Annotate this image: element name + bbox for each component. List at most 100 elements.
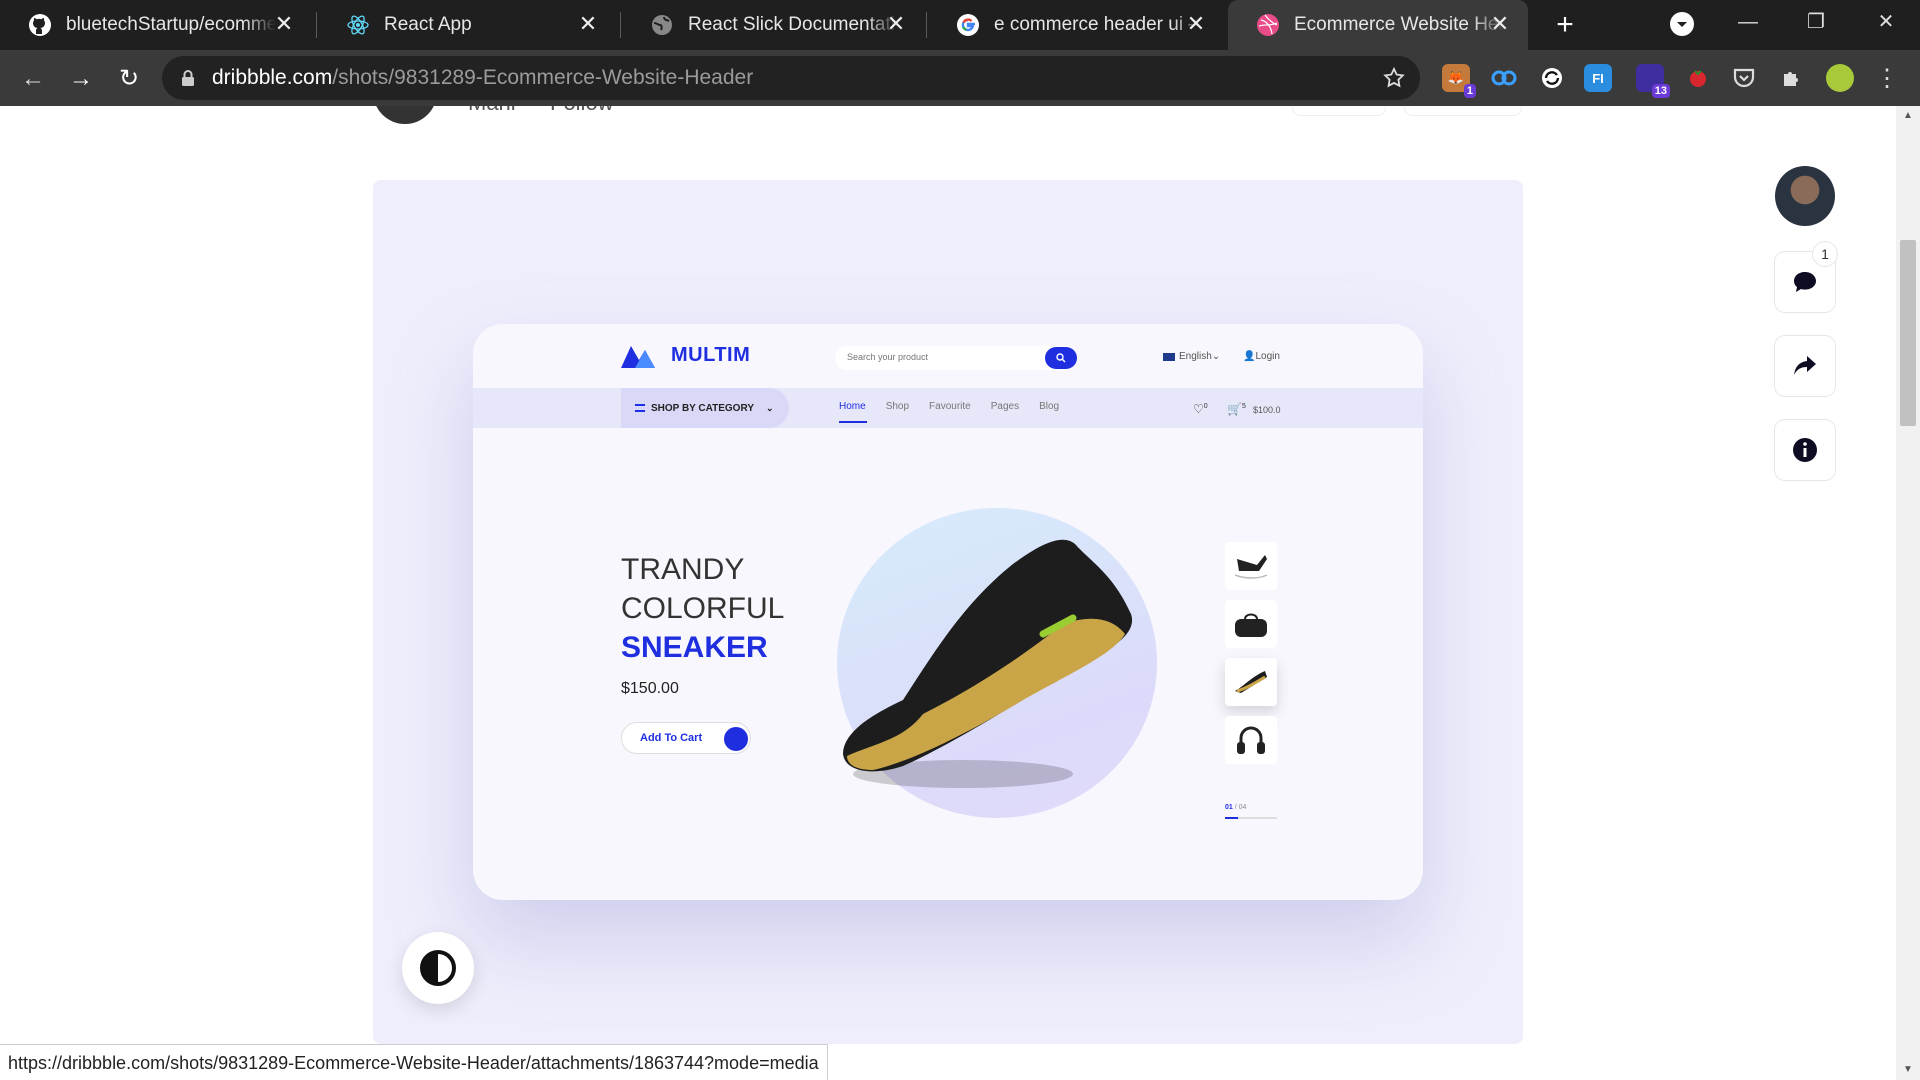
follow-link[interactable]: Follow [550,106,614,116]
back-icon[interactable]: ← [18,64,48,94]
tab-separator [926,12,927,38]
extension-icon[interactable]: FI [1584,64,1612,92]
slider-pager: 01 / 04 [1225,804,1246,811]
hero-line-2: COLORFUL [621,592,785,625]
close-tab-icon[interactable]: ✕ [576,12,600,36]
puzzle-icon[interactable] [1778,64,1806,92]
tab-search-icon[interactable] [1670,12,1694,36]
scroll-up-icon[interactable]: ▲ [1902,110,1914,122]
extension-icon[interactable]: 13 [1636,64,1670,98]
mockup-logo: MULTIM [621,342,750,368]
save-button[interactable] [1292,106,1386,116]
address-bar[interactable]: dribbble.com/shots/9831289-Ecommerce-Web… [162,56,1420,100]
pager-total: / 04 [1234,804,1247,811]
info-icon [1793,438,1817,462]
menu-icon [635,404,645,412]
extension-icon[interactable]: 🦊 1 [1442,64,1476,98]
url-host: dribbble.com [212,66,333,89]
chevron-down-icon: ⌄ [765,402,774,413]
mockup-header: MULTIM English⌄ 👤Login [473,324,1423,388]
hero-title: TRANDY COLORFUL SNEAKER [621,550,784,667]
close-tab-icon[interactable]: ✕ [1184,12,1208,36]
pager-progress-fill [1225,817,1238,819]
page-scrollbar[interactable]: ▲ ▼ [1896,106,1920,1080]
add-to-cart-button: Add To Cart [621,722,751,754]
close-tab-icon[interactable]: ✕ [1488,12,1512,36]
tab-react-app[interactable]: React App ✕ [318,0,616,50]
github-icon [28,13,52,37]
reload-icon[interactable]: ↻ [114,64,144,94]
close-tab-icon[interactable]: ✕ [272,12,296,36]
close-tab-icon[interactable]: ✕ [884,12,908,36]
thumb-headphones [1225,716,1277,764]
contrast-toggle-icon[interactable] [402,932,474,1004]
extension-badge: 1 [1463,84,1476,98]
minimize-icon[interactable]: — [1718,0,1778,44]
status-bar-url: https://dribbble.com/shots/9831289-Ecomm… [0,1044,828,1080]
tab-strip: bluetechStartup/ecommerce ✕ React App ✕ … [0,0,1920,50]
share-button[interactable] [1775,336,1835,396]
pocket-icon[interactable] [1730,64,1758,92]
globe-icon [650,13,674,37]
tab-dribbble-active[interactable]: Ecommerce Website Header ✕ [1228,0,1528,50]
author-avatar[interactable] [373,106,437,124]
cart-icon [724,727,748,751]
close-window-icon[interactable]: ✕ [1856,0,1916,44]
browser-toolbar: ← → ↻ dribbble.com/shots/9831289-Ecommer… [0,50,1920,106]
thumb-sneaker [1225,658,1277,706]
tab-title: React App [384,14,472,35]
tomato-extension-icon[interactable] [1684,64,1712,92]
menu-shop: Shop [885,401,910,412]
thumb-chair [1225,542,1277,590]
lock-icon [180,69,196,87]
mockup-language: English ⌄ [1163,351,1220,362]
search-icon [1045,347,1077,369]
shop-by-category: SHOP BY CATEGORY ⌄ [621,388,789,428]
info-button[interactable] [1775,420,1835,480]
menu-blog: Blog [1039,401,1060,412]
react-icon [346,13,370,37]
profile-avatar-icon[interactable] [1826,64,1854,92]
login-label: Login [1255,351,1280,362]
flag-icon [1163,352,1175,361]
shop-by-category-label: SHOP BY CATEGORY [651,402,754,414]
heart-icon: ♡0 [1193,402,1208,416]
extension-icon[interactable] [1490,64,1518,92]
designer-avatar[interactable] [1775,166,1835,226]
tab-google-search[interactable]: e commerce header ui – R ✕ [928,0,1224,50]
bookmark-star-icon[interactable] [1382,66,1406,90]
thumb-bag [1225,600,1277,648]
cart-count: 5 [1241,403,1246,410]
share-icon [1794,356,1816,375]
tab-react-slick[interactable]: React Slick Documentation ✕ [622,0,924,50]
user-icon: 👤 [1243,351,1256,362]
new-tab-icon[interactable]: + [1550,10,1580,40]
scroll-down-icon[interactable]: ▼ [1902,1064,1914,1076]
menu-home: Home [839,401,867,423]
mockup-nav: SHOP BY CATEGORY ⌄ Home Shop Favourite Pa… [473,388,1423,428]
restore-icon[interactable]: ❐ [1786,0,1846,44]
page-viewport: Mahi Follow MULTIM English⌄ 👤Login [0,106,1920,1080]
add-to-cart-label: Add To Cart [640,732,703,744]
google-icon [956,13,980,37]
tab-separator [316,12,317,38]
wish-count: 0 [1203,403,1208,410]
author-name[interactable]: Mahi [468,106,516,116]
sneaker-image [843,539,1133,788]
comments-button[interactable]: 1 [1775,242,1837,312]
forward-icon[interactable]: → [66,64,96,94]
pager-progress [1225,817,1277,819]
comment-icon [1794,272,1816,292]
tab-github[interactable]: bluetechStartup/ecommerce ✕ [0,0,312,50]
browser-menu-icon[interactable]: ⋮ [1872,64,1902,94]
hero-line-3: SNEAKER [621,631,768,664]
language-label: English [1179,351,1212,362]
tab-title: e commerce header ui – R [994,14,1204,35]
shot-media[interactable]: MULTIM English⌄ 👤Login SHOP BY CATEGORY ⌄… [373,180,1523,1044]
logo-text: MULTIM [671,343,751,366]
sync-extension-icon[interactable] [1538,64,1566,92]
url-path: /shots/9831289-Ecommerce-Website-Header [332,66,754,89]
like-button[interactable] [1404,106,1522,116]
tab-title: React Slick Documentation [688,14,898,35]
scrollbar-thumb[interactable] [1900,240,1916,426]
